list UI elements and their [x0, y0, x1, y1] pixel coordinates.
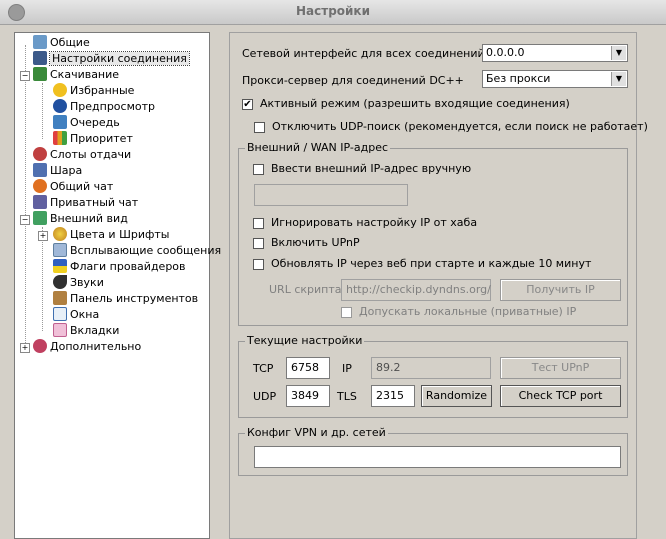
- window-title: Настройки: [295, 4, 370, 18]
- queue-icon: [53, 115, 67, 129]
- current-ip-input[interactable]: 89.2: [371, 357, 491, 379]
- allow-local-ip-checkbox[interactable]: [341, 307, 352, 318]
- collapse-icon[interactable]: −: [20, 215, 30, 225]
- check-tcp-port-button[interactable]: Check TCP port: [500, 385, 621, 407]
- tree-item-tabs[interactable]: Вкладки: [53, 323, 119, 339]
- interface-label: Сетевой интерфейс для всех соединений: [242, 47, 485, 60]
- priority-icon: [53, 131, 67, 145]
- proxy-select[interactable]: Без прокси ▼: [482, 70, 628, 88]
- manual-ip-checkbox[interactable]: [253, 164, 264, 175]
- title-bar: Настройки: [0, 0, 666, 25]
- window-icon: [53, 307, 67, 321]
- tools-icon: [53, 291, 67, 305]
- tree-line: [42, 227, 43, 331]
- flag-icon: [53, 259, 67, 273]
- randomize-button[interactable]: Randomize: [421, 385, 492, 407]
- play-icon: [53, 99, 67, 113]
- tree-line: [25, 45, 26, 351]
- upload-icon: [33, 147, 47, 161]
- tree-item-queue[interactable]: Очередь: [53, 115, 120, 131]
- vpn-config-input[interactable]: [254, 446, 621, 468]
- update-ip-web-label: Обновлять IP через веб при старте и кажд…: [271, 257, 592, 270]
- chevron-down-icon: ▼: [611, 46, 626, 60]
- tree-item-sounds[interactable]: Звуки: [53, 275, 104, 291]
- test-upnp-button[interactable]: Тест UPnP: [500, 357, 621, 379]
- tree-item-advanced[interactable]: Дополнительно: [33, 339, 141, 355]
- network-icon: [33, 51, 47, 65]
- tree-item-toolbar[interactable]: Панель инструментов: [53, 291, 198, 307]
- manual-ip-input[interactable]: [254, 184, 408, 206]
- tree-line: [42, 83, 43, 139]
- current-settings-group: Текущие настройки TCP 6758 IP 89.2 Тест …: [238, 334, 628, 418]
- active-mode-label: Активный режим (разрешить входящие соеди…: [260, 97, 570, 110]
- vpn-config-group: Конфиг VPN и др. сетей: [238, 426, 628, 476]
- update-ip-web-checkbox[interactable]: [253, 259, 264, 270]
- download-icon: [33, 67, 47, 81]
- disable-udp-checkbox[interactable]: [254, 122, 265, 133]
- tree-item-popups[interactable]: Всплывающие сообщения: [53, 243, 221, 259]
- popup-icon: [53, 243, 67, 257]
- advanced-icon: [33, 339, 47, 353]
- wan-group-title: Внешний / WAN IP-адрес: [245, 141, 391, 154]
- tree-item-colors-fonts[interactable]: Цвета и Шрифты: [53, 227, 169, 243]
- tls-port-input[interactable]: 2315: [371, 385, 415, 407]
- tls-label: TLS: [337, 390, 357, 403]
- tree-item-connection[interactable]: Настройки соединения: [33, 51, 190, 67]
- current-settings-title: Текущие настройки: [245, 334, 365, 347]
- chat-icon: [33, 179, 47, 193]
- proxy-label: Прокси-сервер для соединений DC++: [242, 74, 464, 87]
- active-mode-checkbox[interactable]: ✔: [242, 99, 253, 110]
- udp-port-input[interactable]: 3849: [286, 385, 330, 407]
- collapse-icon[interactable]: −: [20, 71, 30, 81]
- url-script-label: URL скрипта:: [269, 283, 346, 296]
- disable-udp-label: Отключить UDP-поиск (рекомендуется, если…: [272, 120, 648, 133]
- tree-item-priority[interactable]: Приоритет: [53, 131, 133, 147]
- allow-local-ip-label: Допускать локальные (приватные) IP: [359, 305, 577, 318]
- star-icon: [53, 83, 67, 97]
- expand-icon[interactable]: +: [38, 231, 48, 241]
- tcp-label: TCP: [253, 362, 274, 375]
- tree-item-windows[interactable]: Окна: [53, 307, 99, 323]
- chevron-down-icon: ▼: [611, 72, 626, 86]
- tabs-icon: [53, 323, 67, 337]
- tree-item-appearance[interactable]: Внешний вид: [33, 211, 128, 227]
- manual-ip-label: Ввести внешний IP-адрес вручную: [271, 162, 472, 175]
- tcp-port-input[interactable]: 6758: [286, 357, 330, 379]
- url-script-input[interactable]: http://checkip.dyndns.org/: [341, 279, 491, 301]
- private-chat-icon: [33, 195, 47, 209]
- appearance-icon: [33, 211, 47, 225]
- sound-icon: [53, 275, 67, 289]
- interface-select[interactable]: 0.0.0.0 ▼: [482, 44, 628, 62]
- wan-ip-group: Внешний / WAN IP-адрес Ввести внешний IP…: [238, 141, 628, 326]
- tree-item-share[interactable]: Шара: [33, 163, 82, 179]
- tree-item-provider-flags[interactable]: Флаги провайдеров: [53, 259, 186, 275]
- settings-tree[interactable]: Общие Настройки соединения − Скачивание …: [14, 32, 221, 539]
- udp-label: UDP: [253, 390, 277, 403]
- tree-item-public-chat[interactable]: Общий чат: [33, 179, 113, 195]
- share-icon: [33, 163, 47, 177]
- tree-item-general[interactable]: Общие: [33, 35, 90, 51]
- tree-item-favorites[interactable]: Избранные: [53, 83, 134, 99]
- tree-item-preview[interactable]: Предпросмотр: [53, 99, 155, 115]
- upnp-checkbox[interactable]: [253, 238, 264, 249]
- expand-icon[interactable]: +: [20, 343, 30, 353]
- vpn-config-title: Конфиг VPN и др. сетей: [245, 426, 388, 439]
- ignore-hub-ip-label: Игнорировать настройку IP от хаба: [271, 216, 478, 229]
- general-settings-icon: [33, 35, 47, 49]
- ip-label: IP: [342, 362, 352, 375]
- palette-icon: [53, 227, 67, 241]
- tree-item-downloads[interactable]: Скачивание: [33, 67, 119, 83]
- connection-settings-panel: Сетевой интерфейс для всех соединений 0.…: [229, 32, 648, 539]
- tree-item-private-chat[interactable]: Приватный чат: [33, 195, 138, 211]
- upnp-label: Включить UPnP: [271, 236, 360, 249]
- ignore-hub-ip-checkbox[interactable]: [253, 218, 264, 229]
- tree-item-upload-slots[interactable]: Слоты отдачи: [33, 147, 131, 163]
- get-ip-button[interactable]: Получить IP: [500, 279, 621, 301]
